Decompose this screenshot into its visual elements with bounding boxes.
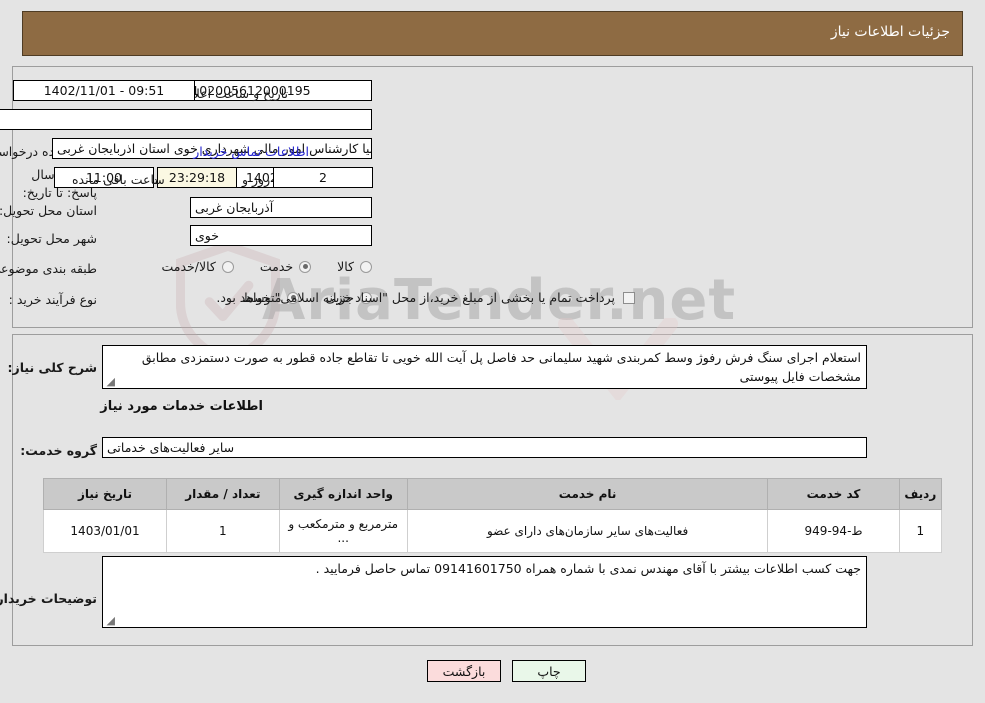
column-header-unit: واحد اندازه گیری [278, 478, 408, 510]
treasury-bond-label: پرداخت تمام یا بخشی از مبلغ خرید،از محل … [216, 290, 615, 305]
table-row: 1 ط-94-949 فعالیت‌های سایر سازمان‌های دارا… [42, 509, 943, 553]
cell-need-date: 1403/01/01 [42, 509, 168, 553]
treasury-bond-checkbox[interactable] [623, 291, 635, 304]
delivery-city-field: خوی [190, 225, 372, 246]
subject-category-radio-2[interactable] [221, 260, 234, 273]
column-header-date: تاریخ نیاز [42, 478, 168, 510]
buyer-comments-text: جهت کسب اطلاعات بیشتر با آقای مهندس نمدی… [315, 561, 861, 576]
services-table: ردیف کد خدمت نام خدمت واحد اندازه گیری ت… [42, 478, 943, 553]
remaining-time-field: 23:29:18 [157, 167, 237, 188]
announce-datetime-field: 1402/11/01 - 09:51 [13, 80, 195, 101]
label-subject-category: طبقه بندی موضوعی: [0, 261, 97, 276]
table-header-row: ردیف کد خدمت نام خدمت واحد اندازه گیری ت… [42, 478, 943, 510]
subject-category-label-1: خدمت [259, 259, 294, 274]
column-header-quantity: تعداد / مقدار [166, 478, 280, 510]
label-delivery-province: استان محل تحویل: [0, 203, 97, 218]
page-header-bar: جزئیات اطلاعات نیاز [22, 11, 963, 56]
back-button[interactable]: بازگشت [427, 660, 501, 682]
subject-category-label-2: کالا/خدمت [161, 259, 216, 274]
treasury-bond-checkbox-row[interactable]: پرداخت تمام یا بخشی از مبلغ خرید،از محل … [216, 290, 635, 305]
buyer-comments-textarea[interactable]: جهت کسب اطلاعات بیشتر با آقای مهندس نمدی… [102, 556, 867, 628]
cell-radif: 1 [898, 509, 943, 553]
label-hours-remaining: ساعت باقی مانده [72, 172, 165, 187]
delivery-province-field: آذربایجان غربی [190, 197, 372, 218]
subject-category-radio-1[interactable] [299, 260, 312, 273]
subject-category-option-2[interactable]: کالا/خدمت [161, 259, 234, 274]
label-delivery-city: شهر محل تحویل: [6, 231, 97, 246]
column-header-name: نام خدمت [406, 478, 769, 510]
services-info-title: اطلاعات خدمات مورد نیاز [100, 399, 263, 414]
column-header-radif: ردیف [898, 478, 943, 510]
cell-unit: مترمربع و مترمکعب و ... [278, 509, 408, 553]
label-purchase-process-type: نوع فرآیند خرید : [8, 292, 97, 307]
subject-category-radio-0[interactable] [360, 260, 372, 273]
label-service-group: گروه خدمت: [20, 443, 97, 458]
general-description-text: استعلام اجرای سنگ فرش رفوژ وسط کمربندی ش… [141, 350, 861, 384]
buyer-contact-link[interactable]: اطلاعات تماس خریدار [193, 144, 309, 159]
cell-code: ط-94-949 [767, 509, 900, 553]
resize-grip-icon[interactable]: ◢ [105, 376, 115, 387]
general-description-textarea[interactable]: استعلام اجرای سنگ فرش رفوژ وسط کمربندی ش… [102, 345, 867, 389]
page-root: AriaTender.net جزئیات اطلاعات نیاز شماره… [0, 0, 985, 703]
label-buyer-comments: توضیحات خریدار: [0, 591, 97, 606]
resize-grip-icon-comments[interactable]: ◢ [105, 615, 115, 626]
subject-category-radio-group[interactable]: کالا خدمت کالا/خدمت [161, 259, 372, 274]
page-title: جزئیات اطلاعات نیاز [830, 24, 950, 40]
subject-category-option-1[interactable]: خدمت [259, 259, 312, 274]
print-button[interactable]: چاپ [512, 660, 586, 682]
subject-category-label-0: کالا [337, 259, 354, 274]
subject-category-option-0[interactable]: کالا [337, 259, 372, 274]
buyer-org-field: شهرداری خوی استان اذربایجان غربی [0, 109, 372, 130]
cell-quantity: 1 [166, 509, 280, 553]
label-general-description: شرح کلی نیاز: [7, 360, 97, 375]
label-day-and: روز و [242, 172, 271, 187]
column-header-code: کد خدمت [767, 478, 900, 510]
need-summary-panel [12, 66, 973, 328]
cell-name: فعالیت‌های سایر سازمان‌های دارای عضو [406, 509, 769, 553]
service-group-field: سایر فعالیت‌های خدماتی [102, 437, 867, 458]
remaining-days-field: 2 [273, 167, 373, 188]
